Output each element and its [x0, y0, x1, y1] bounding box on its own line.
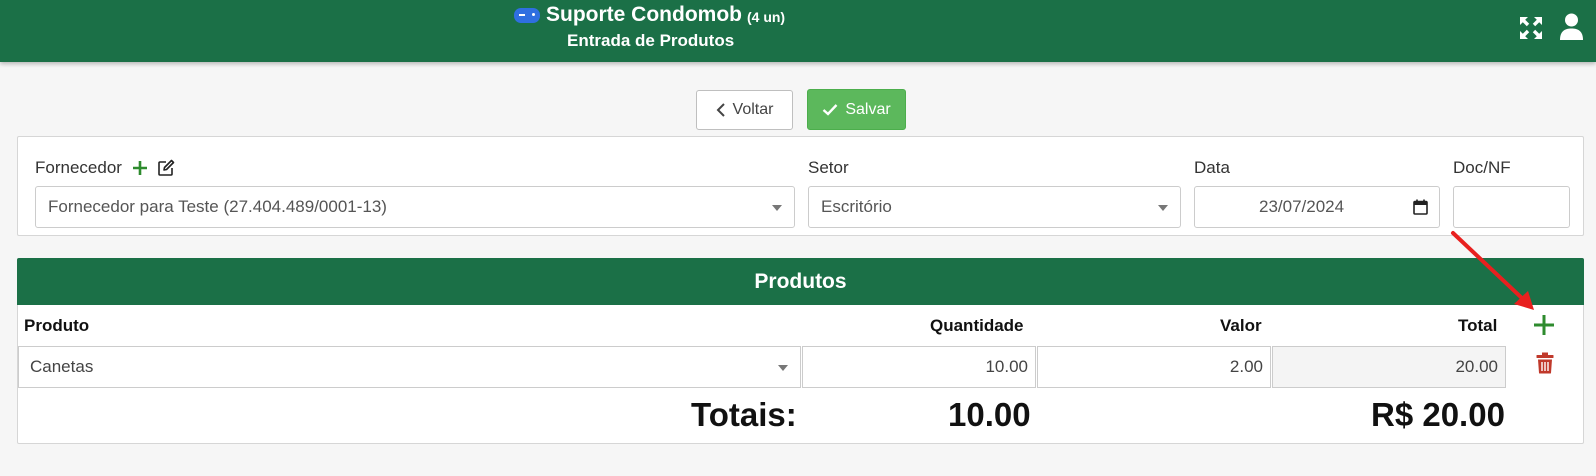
date-value: 23/07/2024 [1259, 197, 1345, 216]
doc-label: Doc/NF [1453, 158, 1511, 177]
totals-value: R$ 20.00 [1371, 396, 1505, 433]
product-select[interactable]: Canetas [18, 346, 801, 388]
column-header-total: Total [1458, 316, 1498, 335]
units-count: (4 un) [746, 8, 786, 25]
value-input[interactable]: 2.00 [1037, 346, 1271, 388]
calendar-icon[interactable] [1413, 199, 1428, 220]
quantity-value: 10.00 [985, 357, 1028, 376]
save-label: Salvar [845, 100, 891, 118]
sector-value: Escritório [821, 197, 892, 216]
add-product-icon[interactable] [1533, 314, 1555, 341]
page-subtitle: Entrada de Produtos [567, 31, 735, 50]
supplier-label: Fornecedor [35, 158, 122, 177]
total-value: 20.00 [1455, 357, 1498, 376]
product-value: Canetas [30, 357, 94, 376]
products-header: Produtos [17, 258, 1584, 305]
column-header-value: Valor [1220, 316, 1262, 335]
column-header-quantity: Quantidade [930, 316, 1024, 335]
user-icon[interactable] [1559, 13, 1584, 40]
quantity-input[interactable]: 10.00 [802, 346, 1036, 388]
chevron-left-icon [716, 103, 725, 117]
sector-label: Setor [808, 158, 849, 177]
column-header-product: Produto [24, 316, 90, 335]
edit-supplier-icon[interactable] [157, 159, 175, 182]
supplier-select[interactable]: Fornecedor para Teste (27.404.489/0001-1… [35, 186, 795, 228]
chevron-down-icon [778, 365, 788, 371]
top-bar: Suporte Condomob (4 un) Entrada de Produ… [0, 0, 1596, 62]
chevron-down-icon [772, 205, 782, 211]
check-icon [823, 104, 838, 116]
gamepad-icon [514, 7, 540, 23]
save-button[interactable]: Salvar [807, 89, 906, 130]
products-title: Produtos [754, 269, 847, 293]
trash-icon[interactable] [1536, 352, 1554, 379]
total-field: 20.00 [1272, 346, 1506, 388]
chevron-down-icon [1158, 205, 1168, 211]
unit-value: 2.00 [1229, 357, 1263, 376]
back-label: Voltar [732, 101, 774, 118]
app-title-text: Suporte Condomob [546, 3, 742, 26]
annotation-arrow [1448, 228, 1538, 318]
totals-label: Totais: [691, 396, 797, 433]
date-input[interactable]: 23/07/2024 [1194, 186, 1440, 228]
back-button[interactable]: Voltar [696, 90, 793, 130]
totals-quantity: 10.00 [948, 396, 1031, 433]
date-label: Data [1194, 158, 1230, 177]
doc-input[interactable] [1453, 186, 1570, 228]
supplier-value: Fornecedor para Teste (27.404.489/0001-1… [48, 197, 387, 216]
expand-icon[interactable] [1519, 16, 1543, 40]
sector-select[interactable]: Escritório [808, 186, 1181, 228]
app-title: Suporte Condomob (4 un) [514, 3, 785, 27]
add-supplier-icon[interactable] [132, 160, 148, 181]
